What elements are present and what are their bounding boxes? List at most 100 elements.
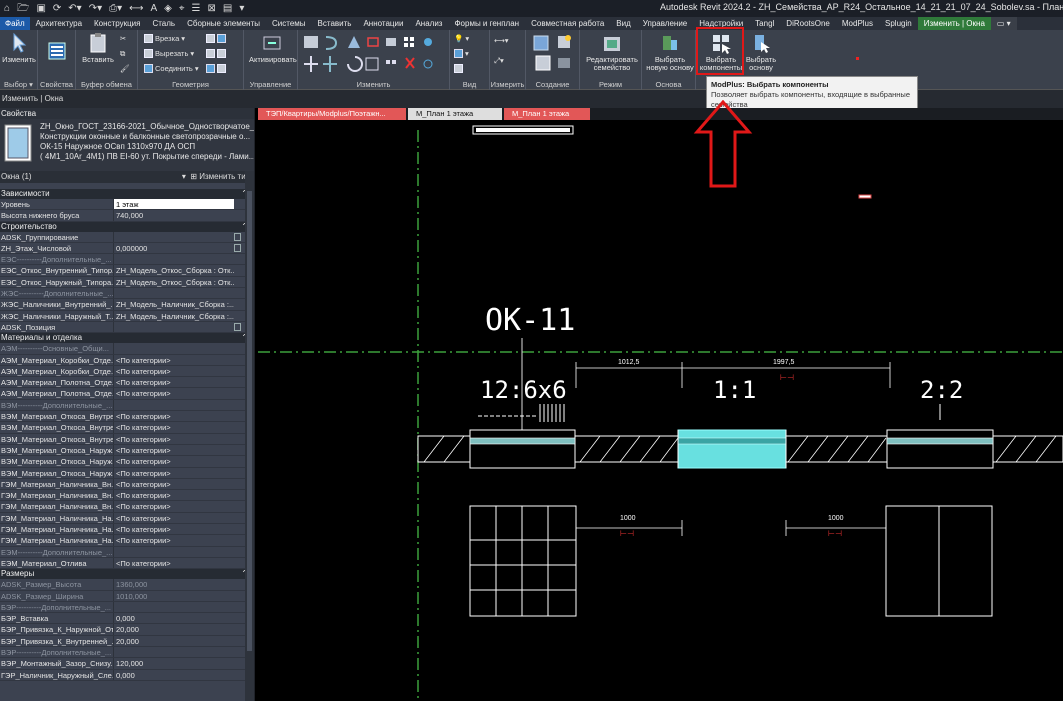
geometry-tool-1[interactable] bbox=[206, 34, 226, 43]
window-tag[interactable]: ОК-11 bbox=[485, 303, 575, 338]
clipboard-match-tool[interactable]: 🖌 bbox=[120, 64, 130, 73]
property-value[interactable]: <По категории> bbox=[114, 479, 234, 489]
property-category[interactable]: Зависимости⌃ bbox=[0, 189, 254, 199]
undo-icon[interactable]: ↶▾ bbox=[68, 0, 81, 17]
property-value[interactable]: <По категории> bbox=[114, 355, 234, 365]
property-value[interactable] bbox=[114, 647, 234, 657]
tab-18[interactable]: Изменить | Окна bbox=[917, 17, 991, 30]
properties-scrollbar[interactable] bbox=[245, 171, 254, 701]
property-value[interactable]: <По категории> bbox=[114, 434, 234, 444]
geometry-tool-3[interactable] bbox=[206, 64, 226, 73]
property-row[interactable]: ВЭР----------Дополнительные_... bbox=[0, 646, 254, 659]
property-category[interactable]: Размеры⌃ bbox=[0, 569, 254, 580]
property-value[interactable]: <По категории> bbox=[114, 490, 234, 500]
measure-icon[interactable]: ⟷ bbox=[129, 0, 143, 17]
property-value[interactable]: 1010,000 bbox=[114, 591, 234, 601]
paste-button[interactable]: Вставить bbox=[76, 32, 120, 64]
property-value[interactable]: <По категории> bbox=[114, 456, 234, 466]
property-category[interactable]: Материалы и отделка⌃ bbox=[0, 333, 254, 344]
property-value[interactable] bbox=[114, 400, 234, 410]
tab-16[interactable]: ModPlus bbox=[836, 17, 879, 30]
dim-text-2[interactable]: 1997,5 bbox=[773, 359, 795, 366]
property-row[interactable]: БЭР_Привязка_К_Внутренней_... 20,000 bbox=[0, 635, 254, 647]
property-value[interactable] bbox=[114, 254, 234, 264]
property-value[interactable]: <По категории> bbox=[114, 468, 234, 478]
property-value[interactable] bbox=[114, 547, 234, 557]
property-value[interactable]: <По категории> bbox=[114, 558, 234, 568]
property-row[interactable]: ВЭМ_Материал_Откоса_Внутре... <По категор… bbox=[0, 411, 254, 423]
property-value[interactable] bbox=[114, 322, 234, 332]
switch-windows-icon[interactable]: ▤ bbox=[223, 0, 232, 17]
3d-view-icon[interactable]: ◈ bbox=[164, 0, 172, 17]
view-tab-0[interactable]: ТЭП/Квартиры/Modplus/Поэтажн... bbox=[258, 108, 406, 120]
tab-3[interactable]: Сталь bbox=[146, 17, 181, 30]
property-row[interactable]: ЖЭС_Наличники_Наружный_Т... ZH_Модель_Нал… bbox=[0, 310, 254, 322]
pick-host-button[interactable]: Выбрать основу bbox=[738, 32, 784, 72]
property-value[interactable]: ZH_Модель_Наличник_Сборка :... bbox=[114, 311, 234, 321]
property-row[interactable]: ГЭМ_Материал_Наличника_На... <По категори… bbox=[0, 524, 254, 536]
edit-type-button[interactable]: ▾ ⊞ Изменить тип bbox=[182, 171, 250, 183]
checkbox[interactable] bbox=[234, 322, 241, 331]
property-value[interactable]: <По категории> bbox=[114, 513, 234, 523]
property-row[interactable]: ADSK_Группирование bbox=[0, 231, 254, 243]
property-row[interactable]: ВЭМ_Материал_Откоса_Наруж... <По категори… bbox=[0, 467, 254, 479]
property-row[interactable]: ВЭР_Монтажный_Зазор_Снизу... 120,000 bbox=[0, 658, 254, 670]
view-tool-1[interactable]: 💡 ▾ bbox=[454, 34, 469, 43]
redo-icon[interactable]: ↷▾ bbox=[89, 0, 102, 17]
property-row[interactable]: ГЭМ_Материал_Наличника_Вн... <По категори… bbox=[0, 501, 254, 513]
label-left[interactable]: 12:6x6 bbox=[480, 376, 567, 404]
property-row[interactable]: ВЭМ_Материал_Откоса_Внутре... <По категор… bbox=[0, 433, 254, 445]
properties-button[interactable] bbox=[35, 32, 79, 64]
property-row[interactable]: ЕЭС----------Дополнительные_... bbox=[0, 254, 254, 266]
tab-8[interactable]: Анализ bbox=[409, 17, 448, 30]
property-value[interactable]: 120,000 bbox=[114, 658, 234, 668]
property-row[interactable]: ЕЭМ_Материал_Отлива <По категории> bbox=[0, 557, 254, 570]
property-row[interactable]: БЭР----------Дополнительные_... bbox=[0, 601, 254, 614]
property-row[interactable]: БЭР_Привязка_К_Наружной_От... 20,000 bbox=[0, 624, 254, 636]
property-value[interactable]: ZH_Модель_Наличник_Сборка :... bbox=[114, 299, 234, 309]
property-category[interactable]: Строительство⌃ bbox=[0, 221, 254, 232]
tab-11[interactable]: Вид bbox=[610, 17, 636, 30]
checkbox[interactable] bbox=[234, 232, 241, 241]
window-selected[interactable] bbox=[677, 429, 787, 469]
property-value[interactable]: 0,000000 bbox=[114, 243, 234, 253]
property-value[interactable]: <По категории> bbox=[114, 411, 234, 421]
tag-icon[interactable]: A bbox=[150, 0, 157, 17]
dim-text-1[interactable]: 1012,5 bbox=[618, 359, 640, 366]
property-row[interactable]: ADSK_Размер_Высота 1360,000 bbox=[0, 579, 254, 591]
property-row[interactable]: ZH_Этаж_Числовой 0,000000 bbox=[0, 242, 254, 255]
dim-text-3[interactable]: 1000 bbox=[620, 515, 636, 522]
property-row[interactable]: АЭМ_Материал_Коробки_Отде... <По категори… bbox=[0, 354, 254, 366]
customize-icon[interactable]: ▾ bbox=[239, 0, 244, 17]
save-icon[interactable]: ▣ bbox=[36, 0, 45, 17]
property-row[interactable]: АЭМ_Материал_Коробки_Отде... <По категори… bbox=[0, 365, 254, 378]
property-row[interactable]: ЖЭС_Наличники_Внутренний_... ZH_Модель_На… bbox=[0, 299, 254, 311]
property-row[interactable]: ADSK_Размер_Ширина 1010,000 bbox=[0, 590, 254, 602]
property-row[interactable]: ЕЭС_Откос_Наружный_Типора... ZH_Модель_От… bbox=[0, 276, 254, 289]
tab-9[interactable]: Формы и генплан bbox=[448, 17, 525, 30]
view-tab-1[interactable]: М_План 1 этажа bbox=[408, 108, 502, 120]
property-value[interactable] bbox=[114, 288, 234, 298]
property-row[interactable]: ГЭМ_Материал_Наличника_На... <По категори… bbox=[0, 512, 254, 525]
elevation-left[interactable] bbox=[469, 505, 577, 617]
tab-10[interactable]: Совместная работа bbox=[525, 17, 610, 30]
property-value[interactable]: <По категории> bbox=[114, 377, 234, 387]
print-icon[interactable]: ⎙▾ bbox=[109, 0, 122, 17]
view-tab-2[interactable]: М_План 1 этажа bbox=[504, 108, 590, 120]
tab-7[interactable]: Аннотации bbox=[357, 17, 409, 30]
property-value[interactable]: 0,000 bbox=[114, 613, 234, 623]
tab-2[interactable]: Конструкция bbox=[88, 17, 146, 30]
dim-text-4[interactable]: 1000 bbox=[828, 515, 844, 522]
selection-filter[interactable]: Окна (1) bbox=[1, 171, 32, 183]
join-button[interactable]: Соединить ▾ bbox=[144, 64, 199, 73]
tab-5[interactable]: Системы bbox=[266, 17, 312, 30]
property-row[interactable]: ЖЭС----------Дополнительные_... bbox=[0, 288, 254, 300]
property-value[interactable]: 1360,000 bbox=[114, 579, 234, 589]
view-scrollbar-thumb[interactable] bbox=[476, 128, 570, 132]
tab-15[interactable]: DiRootsOne bbox=[780, 17, 836, 30]
pick-new-host-button[interactable]: Выбрать новую основу bbox=[646, 32, 694, 72]
property-row[interactable]: АЭМ----------Основные_Общи... bbox=[0, 343, 254, 355]
label-right[interactable]: 2:2 bbox=[920, 376, 963, 404]
property-value[interactable]: <По категории> bbox=[114, 524, 234, 534]
property-value[interactable]: <По категории> bbox=[114, 422, 234, 432]
